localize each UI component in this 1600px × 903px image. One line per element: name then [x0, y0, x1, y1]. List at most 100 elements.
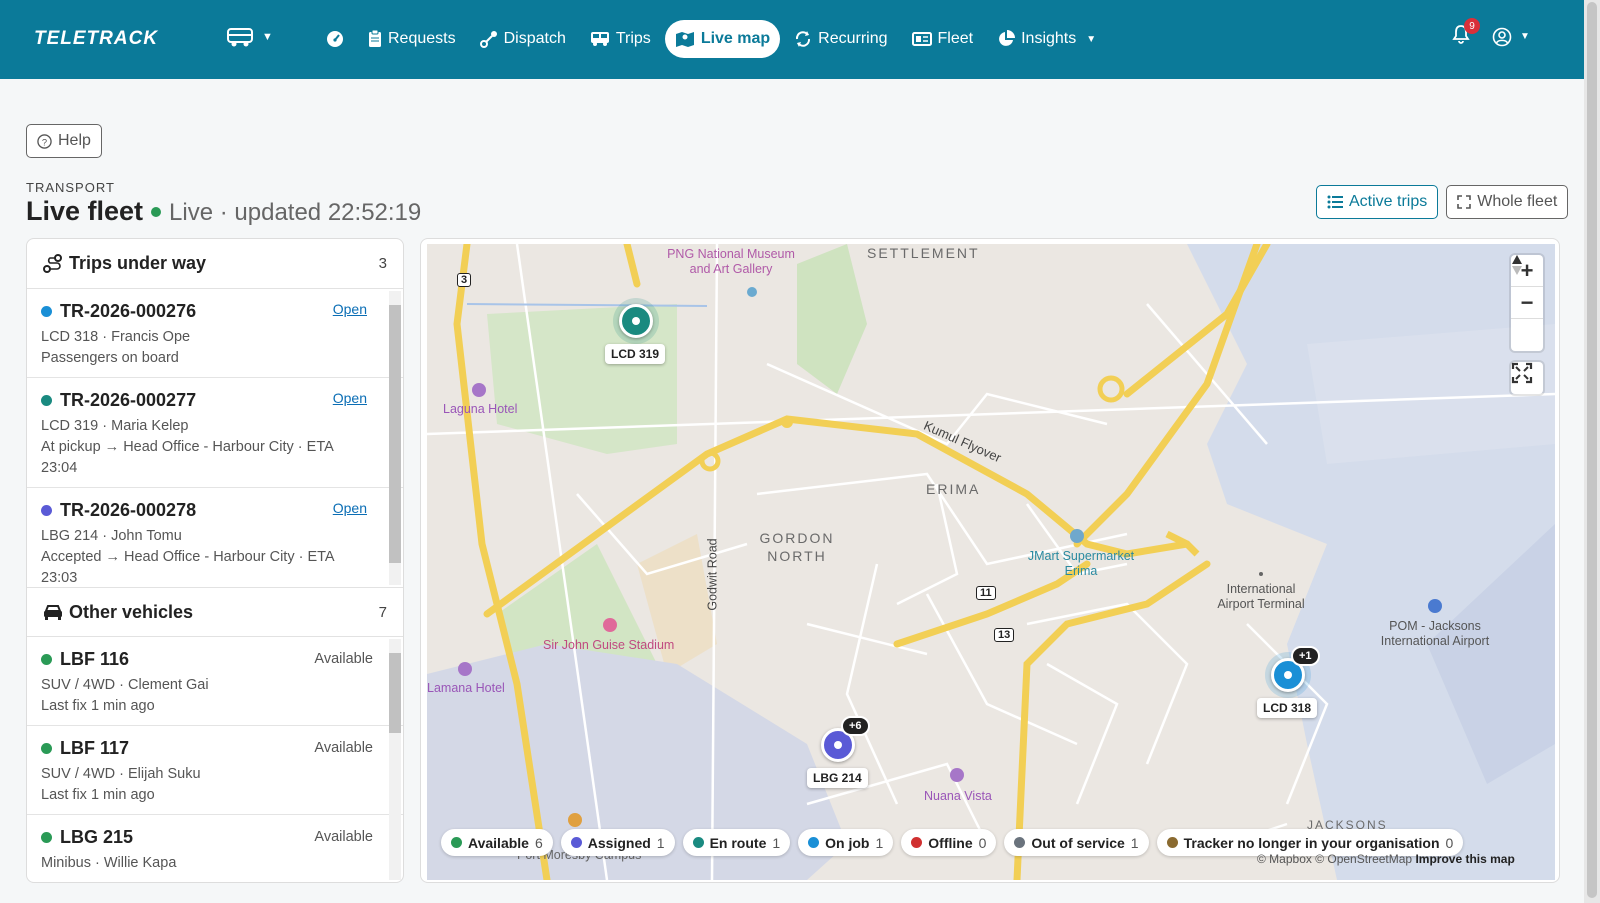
- nav-dispatch[interactable]: Dispatch: [470, 20, 576, 58]
- route-icon: [479, 31, 497, 48]
- map-poi-intl-terminal: International Airport Terminal: [1217, 582, 1305, 611]
- trips-panel-header: Trips under way 3: [27, 239, 403, 289]
- map-poi-nuana: Nuana Vista: [924, 789, 992, 803]
- status-dot: [41, 306, 52, 317]
- page-title: Live fleet Live · updated 22:52:19: [26, 196, 421, 227]
- nav-trips-label: Trips: [615, 30, 651, 47]
- open-trip-link[interactable]: Open: [333, 390, 367, 406]
- improve-map-link[interactable]: Improve this map: [1415, 852, 1514, 866]
- legend-offline[interactable]: Offline 0: [901, 829, 997, 856]
- vehicle-id: LBF 117: [60, 738, 130, 758]
- trip-id: TR-2026-000276: [60, 301, 197, 321]
- live-map[interactable]: PNG National Museum and Art Gallery SETT…: [427, 244, 1555, 880]
- live-status: Live · updated 22:52:19: [169, 199, 422, 226]
- page-title-text: Live fleet: [26, 196, 144, 226]
- legend-label: Tracker no longer in your organisation: [1183, 834, 1440, 851]
- open-trip-link[interactable]: Open: [333, 301, 367, 317]
- active-trips-button[interactable]: Active trips: [1316, 185, 1439, 219]
- map-road-godwit: Godwit Road: [705, 538, 720, 611]
- map-area-gordon: GORDON NORTH: [759, 530, 835, 564]
- user-menu[interactable]: ▼: [1492, 27, 1530, 47]
- list-item[interactable]: LBF 117 SUV / 4WD · Elijah Suku Last fix …: [27, 726, 403, 815]
- map-poi-lamana: Lamana Hotel: [427, 681, 505, 695]
- map-poi-laguna: Laguna Hotel: [443, 402, 518, 416]
- cluster-count: +1: [1291, 646, 1320, 666]
- reset-north-button[interactable]: [1511, 255, 1543, 351]
- nav-requests-label: Requests: [388, 30, 456, 47]
- nav-recurring[interactable]: Recurring: [784, 20, 897, 58]
- vehicle-status: Available: [314, 740, 373, 756]
- trip-id: TR-2026-000277: [60, 390, 197, 410]
- list-item[interactable]: TR-2026-000277 LCD 319 · Maria Kelep At p…: [27, 378, 403, 488]
- nav-dashboard[interactable]: [316, 20, 354, 58]
- live-indicator-dot: [151, 207, 162, 217]
- list-item[interactable]: LBF 116 SUV / 4WD · Clement Gai Last fix …: [27, 637, 403, 726]
- whole-fleet-button[interactable]: Whole fleet: [1446, 185, 1569, 219]
- legend-out-of-service[interactable]: Out of service 1: [1004, 829, 1149, 856]
- legend-count: 1: [656, 834, 665, 851]
- chevron-down-icon: ▼: [1086, 33, 1097, 45]
- list-item[interactable]: TR-2026-000276 LCD 318 · Francis Ope Pass…: [27, 289, 403, 378]
- trip-vehicle-driver: LBG 214 · John Tomu: [41, 528, 182, 544]
- vehicle-status: Available: [314, 651, 373, 667]
- help-button[interactable]: ? Help: [26, 124, 102, 158]
- vehicle-last-fix: Last fix 1 min ago: [41, 787, 155, 803]
- help-label: Help: [58, 132, 91, 149]
- nav-insights[interactable]: Insights ▼: [987, 20, 1106, 58]
- zoom-out-button[interactable]: −: [1511, 287, 1543, 319]
- status-dot: [41, 832, 52, 843]
- nav-right: 9 ▼: [1452, 18, 1530, 49]
- road-shield-11: 11: [976, 586, 996, 600]
- car-icon: [44, 605, 62, 620]
- vehicles-scrollbar[interactable]: [389, 639, 401, 880]
- clipboard-icon: [369, 30, 381, 47]
- nav-fleet[interactable]: Fleet: [902, 20, 984, 58]
- vehicle-type-driver: SUV / 4WD · Clement Gai: [41, 677, 209, 693]
- fullscreen-icon: [1511, 362, 1533, 384]
- nav-live-map[interactable]: Live map: [664, 20, 781, 58]
- legend-label: Out of service: [1031, 834, 1125, 851]
- map-poi-stadium: Sir John Guise Stadium: [543, 638, 675, 652]
- user-circle-icon: [1492, 27, 1512, 46]
- vehicle-type-dropdown[interactable]: ▼: [226, 26, 273, 48]
- list-item[interactable]: LBG 215 Minibus · Willie Kapa Available: [27, 815, 403, 882]
- notifications-button[interactable]: 9: [1452, 18, 1480, 49]
- brand-logo[interactable]: TELETRACK: [34, 28, 158, 50]
- vehicle-status: Available: [314, 829, 373, 845]
- trip-vehicle-driver: LCD 318 · Francis Ope: [41, 329, 191, 345]
- map-poi-museum: PNG National Museum and Art Gallery: [667, 247, 795, 276]
- status-dot: [41, 505, 52, 516]
- legend-assigned[interactable]: Assigned 1: [560, 829, 675, 856]
- top-navbar: TELETRACK ▼ Requests Dispatch Trips Live…: [0, 0, 1584, 79]
- vehicles-count: 7: [378, 603, 387, 621]
- trip-id: TR-2026-000278: [60, 500, 197, 520]
- legend-count: 1: [1130, 834, 1139, 851]
- legend-count: 0: [1445, 834, 1454, 851]
- legend-label: Assigned: [587, 834, 651, 851]
- attribution-text[interactable]: © Mapbox © OpenStreetMap: [1257, 852, 1412, 866]
- nav-live-map-label: Live map: [700, 30, 771, 47]
- legend-available[interactable]: Available 6: [441, 829, 553, 856]
- legend-en-route[interactable]: En route 1: [682, 829, 791, 856]
- open-trip-link[interactable]: Open: [333, 500, 367, 516]
- trips-list[interactable]: TR-2026-000276 LCD 318 · Francis Ope Pass…: [27, 289, 403, 587]
- map-base-layer: [427, 244, 1555, 880]
- marker-pin: [619, 304, 653, 338]
- vehicle-type-driver: Minibus · Willie Kapa: [41, 855, 177, 871]
- vehicles-list[interactable]: LBF 116 SUV / 4WD · Clement Gai Last fix …: [27, 637, 403, 882]
- map-area-settlement: SETTLEMENT: [867, 245, 980, 261]
- nav-requests[interactable]: Requests: [358, 20, 466, 58]
- vehicles-panel-header: Other vehicles 7: [27, 587, 403, 637]
- legend-on-job[interactable]: On job 1: [798, 829, 894, 856]
- status-dot: [41, 654, 52, 665]
- trip-status: Accepted → Head Office - Harbour City · …: [41, 549, 334, 586]
- trips-scrollbar[interactable]: [389, 291, 401, 585]
- legend-label: On job: [825, 834, 870, 851]
- nav-trips[interactable]: Trips: [580, 20, 661, 58]
- fullscreen-button[interactable]: [1511, 362, 1543, 394]
- whole-fleet-label: Whole fleet: [1477, 193, 1558, 210]
- list-item[interactable]: TR-2026-000278 LBG 214 · John Tomu Accept…: [27, 488, 403, 587]
- live-map-card: PNG National Museum and Art Gallery SETT…: [420, 238, 1560, 883]
- vehicle-last-fix: Last fix 1 min ago: [41, 698, 155, 714]
- page-scrollbar[interactable]: [1584, 0, 1600, 903]
